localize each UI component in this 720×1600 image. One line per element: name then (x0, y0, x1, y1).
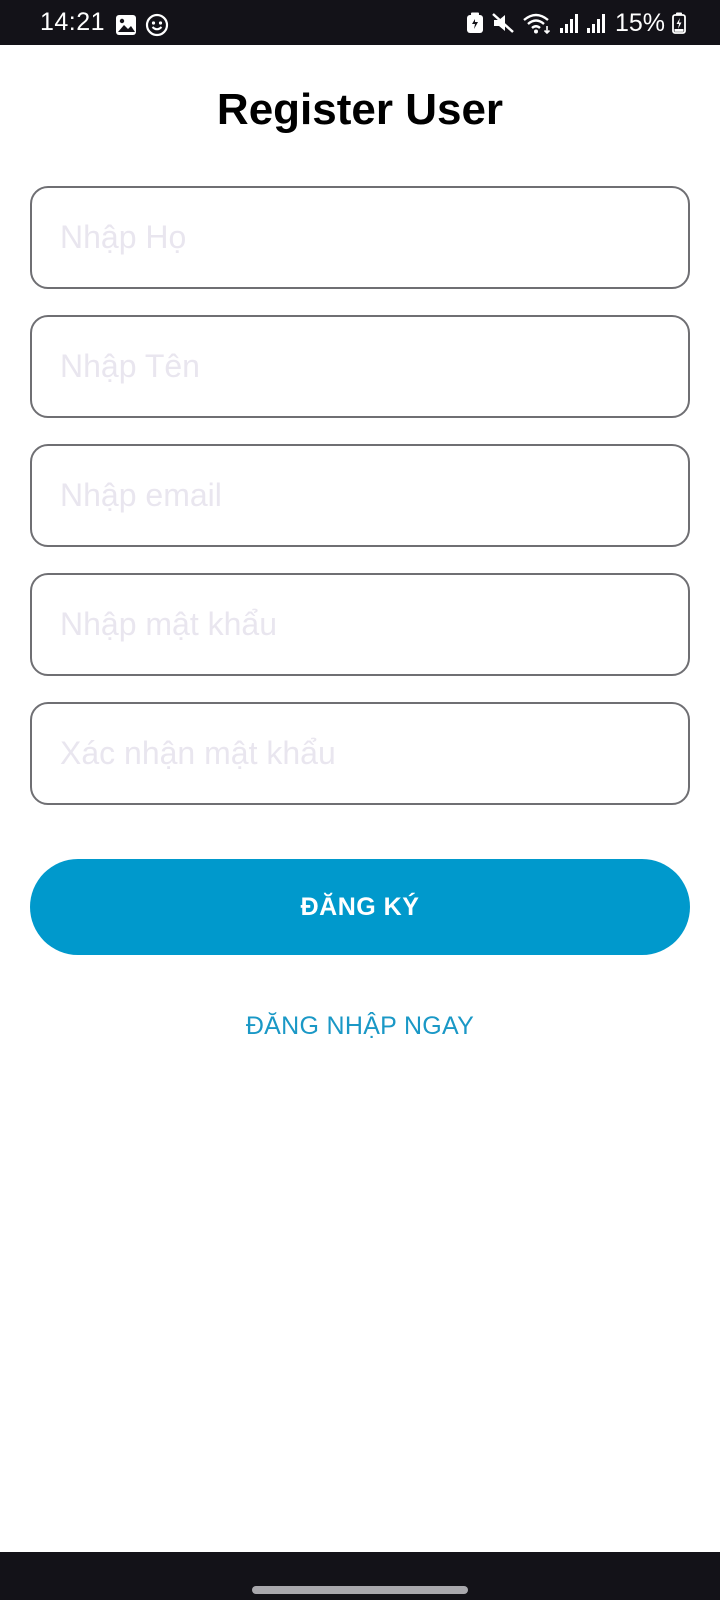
status-time: 14:21 (40, 8, 106, 36)
page-title: Register User (216, 85, 504, 134)
first-name-input[interactable] (60, 317, 650, 416)
smiley-icon (145, 13, 169, 37)
image-icon (115, 14, 137, 36)
email-input[interactable] (60, 446, 650, 545)
signal-icon-2 (586, 12, 606, 34)
first-name-field[interactable] (30, 315, 690, 418)
wifi-icon (522, 12, 552, 34)
password-input[interactable] (60, 575, 650, 674)
status-left-icons (115, 13, 169, 37)
signal-icon (559, 12, 579, 34)
battery-saver-icon (466, 12, 484, 34)
confirm-password-input[interactable] (60, 704, 650, 803)
login-now-link[interactable]: ĐĂNG NHẬP NGAY (0, 1010, 720, 1042)
battery-percentage: 15% (614, 9, 665, 37)
email-field[interactable] (30, 444, 690, 547)
confirm-password-field[interactable] (30, 702, 690, 805)
navigation-bar (0, 1552, 720, 1600)
status-bar: 14:21 15% (0, 0, 720, 45)
last-name-field[interactable] (30, 186, 690, 289)
register-button[interactable]: ĐĂNG KÝ (30, 859, 690, 955)
password-field[interactable] (30, 573, 690, 676)
status-right-icons: 15% (466, 10, 686, 36)
mute-icon (491, 12, 515, 34)
home-gesture-handle[interactable] (252, 1586, 468, 1594)
battery-icon (672, 12, 686, 34)
last-name-input[interactable] (60, 188, 650, 287)
